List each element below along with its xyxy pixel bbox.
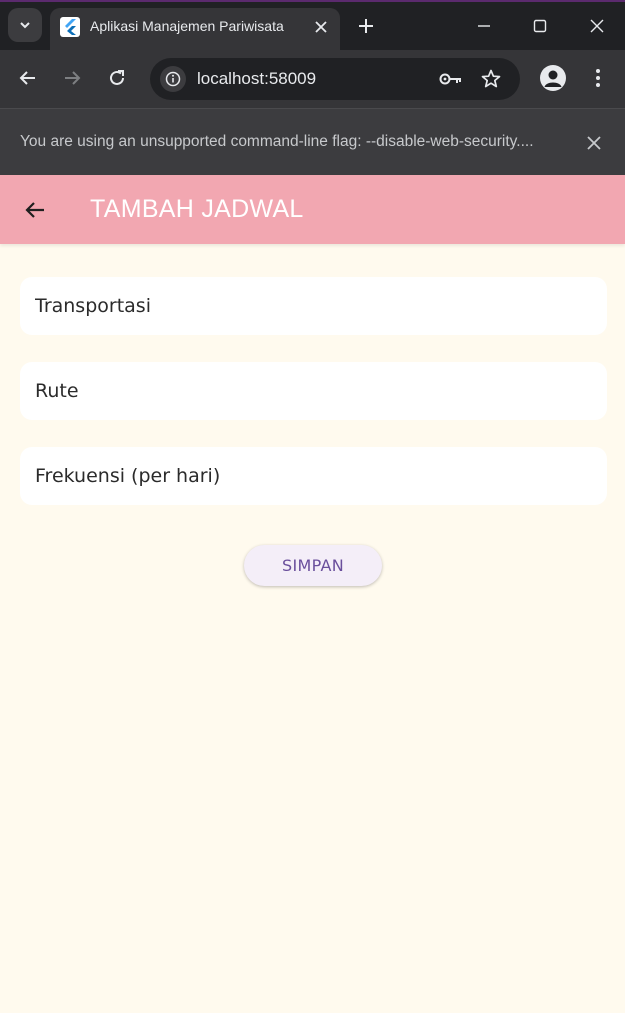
page-title: TAMBAH JADWAL <box>90 195 304 223</box>
infobar-message: You are using an unsupported command-lin… <box>20 133 534 150</box>
transportasi-field[interactable] <box>20 277 607 335</box>
arrow-left-icon <box>19 71 35 85</box>
rute-field[interactable] <box>20 362 607 420</box>
save-button[interactable]: SIMPAN <box>244 545 382 586</box>
minimize-button[interactable] <box>464 10 504 42</box>
close-icon <box>315 21 327 33</box>
star-icon <box>481 69 501 88</box>
info-icon <box>165 71 181 87</box>
frekuensi-input[interactable] <box>20 447 607 505</box>
close-icon <box>590 19 604 33</box>
site-info-button[interactable] <box>160 66 186 92</box>
more-vertical-icon <box>596 69 600 87</box>
warning-infobar: You are using an unsupported command-lin… <box>0 108 625 175</box>
transportasi-input[interactable] <box>20 277 607 335</box>
person-icon <box>544 70 562 87</box>
address-bar[interactable]: localhost:58009 <box>150 58 520 100</box>
tab-title: Aplikasi Manajemen Pariwisata <box>90 18 284 34</box>
minimize-icon <box>478 25 490 27</box>
password-manager-button[interactable] <box>439 67 463 91</box>
forward-button[interactable] <box>56 62 88 94</box>
browser-menu-button[interactable] <box>586 64 610 92</box>
browser-tabstrip: Aplikasi Manajemen Pariwisata <box>0 0 625 52</box>
arrow-left-icon <box>25 202 44 218</box>
close-icon <box>587 136 601 150</box>
url-text: localhost:58009 <box>197 69 317 88</box>
frekuensi-field[interactable] <box>20 447 607 505</box>
back-button[interactable] <box>12 62 44 94</box>
arrow-right-icon <box>65 71 81 85</box>
browser-tab-active[interactable]: Aplikasi Manajemen Pariwisata <box>50 8 340 52</box>
tab-search-button[interactable] <box>8 8 42 42</box>
flutter-icon <box>60 17 80 37</box>
browser-toolbar: localhost:58009 <box>0 50 625 108</box>
rute-input[interactable] <box>20 362 607 420</box>
reload-icon <box>110 70 124 85</box>
maximize-icon <box>533 19 547 33</box>
key-icon <box>439 73 461 85</box>
app-back-button[interactable] <box>18 193 52 227</box>
plus-icon <box>359 19 373 33</box>
window-close-button[interactable] <box>577 10 617 42</box>
new-tab-button[interactable] <box>352 12 380 40</box>
chevron-down-icon <box>20 22 30 29</box>
infobar-close-button[interactable] <box>582 131 606 155</box>
bookmark-button[interactable] <box>479 67 503 91</box>
app-bar: TAMBAH JADWAL <box>0 175 625 244</box>
profile-button[interactable] <box>540 65 566 91</box>
tab-close-button[interactable] <box>310 16 332 38</box>
reload-button[interactable] <box>101 62 133 94</box>
maximize-button[interactable] <box>520 10 560 42</box>
